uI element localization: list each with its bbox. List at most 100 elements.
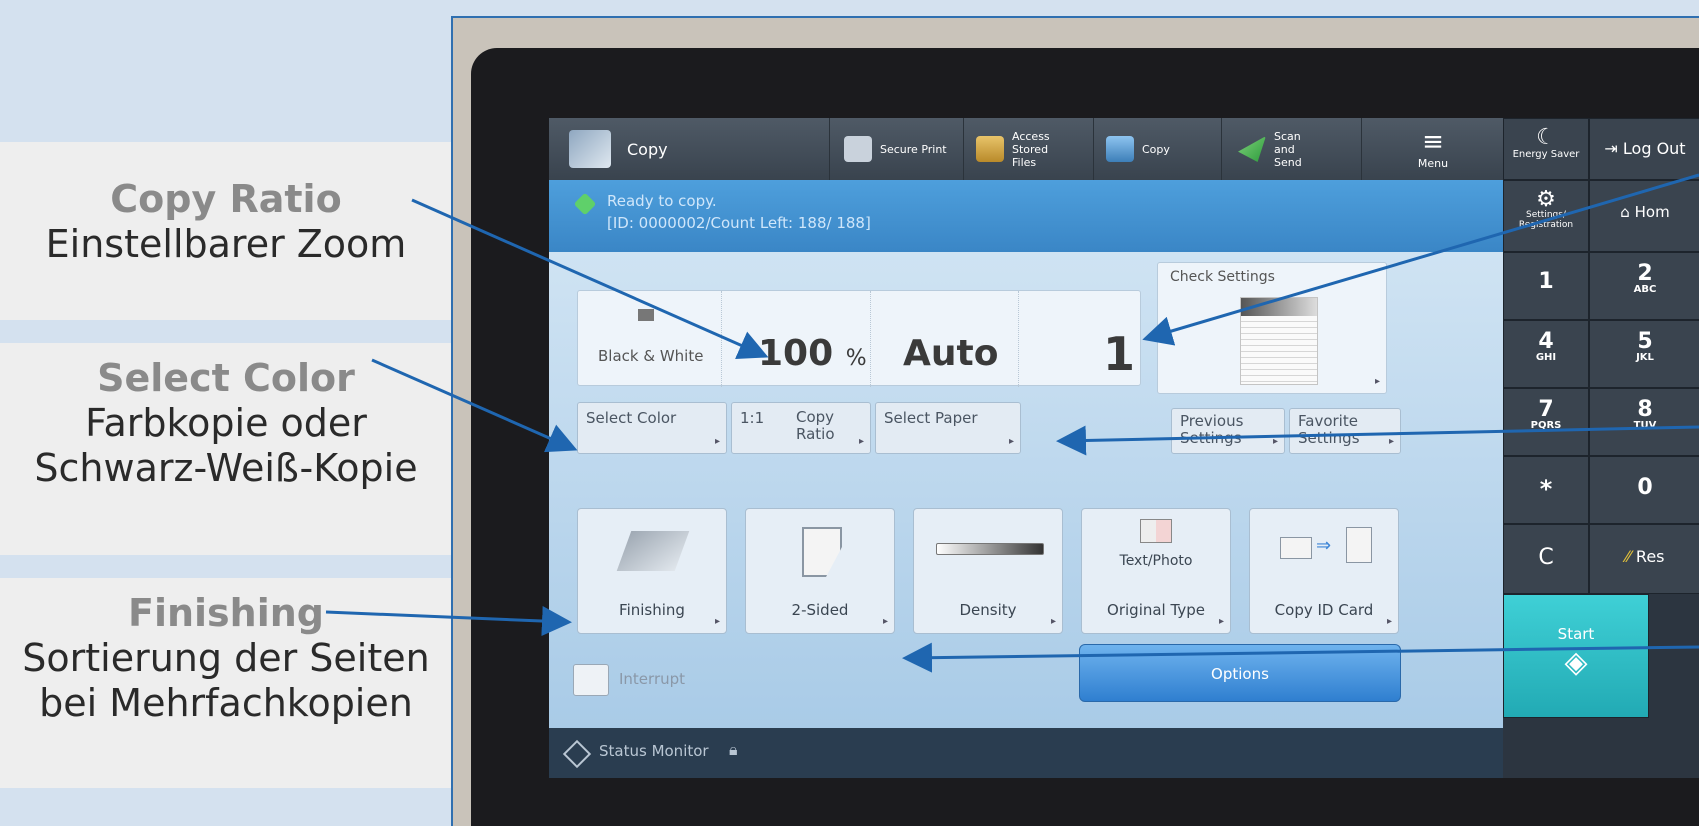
home-label: Hom	[1634, 203, 1670, 221]
key-number: *	[1539, 475, 1553, 503]
clear-button[interactable]: C	[1503, 524, 1589, 594]
copy-main-area: Black & White 100 % Auto 1 Check Setting…	[549, 252, 1503, 728]
copy-app-icon	[569, 130, 611, 168]
copies-value: 1	[1103, 327, 1136, 381]
id-card-icon	[1280, 537, 1312, 559]
settings-summary-card[interactable]: Black & White 100 % Auto 1	[577, 290, 1141, 387]
send-icon	[1238, 136, 1266, 162]
caret-icon: ▸	[1388, 436, 1394, 447]
key-7[interactable]: 7 PQRS	[1503, 388, 1589, 456]
finishing-label: Finishing	[619, 601, 685, 619]
secure-print-icon	[844, 136, 872, 162]
start-label: Start	[1557, 625, 1595, 643]
key-number: 1	[1538, 269, 1554, 294]
key-2[interactable]: 2 ABC	[1589, 252, 1699, 320]
select-color-label: Select Color	[586, 409, 677, 427]
start-button[interactable]: Start ◈	[1503, 594, 1649, 718]
finishing-icon	[616, 531, 690, 571]
select-paper-button[interactable]: Select Paper ▸	[875, 402, 1021, 454]
home-icon: ⌂	[1620, 203, 1630, 221]
secure-print-button[interactable]: Secure Print	[829, 118, 978, 180]
settings-registration-button[interactable]: ⚙ Settings/ Registration	[1503, 180, 1589, 252]
ratio-1-1-label: 1:1	[740, 409, 765, 427]
annotation-desc: Einstellbarer Zoom	[45, 221, 407, 266]
annotation-desc: Sortierung der Seiten	[22, 635, 430, 680]
log-out-button[interactable]: ⇥ Log Out	[1589, 118, 1699, 180]
status-line-1: Ready to copy.	[607, 192, 717, 210]
options-label: Options	[1211, 665, 1269, 683]
interrupt-label[interactable]: Interrupt	[619, 670, 685, 688]
caret-icon: ▸	[1386, 616, 1392, 627]
original-type-button[interactable]: Text/Photo Original Type ▸	[1081, 508, 1231, 634]
reset-icon: ⁄⁄	[1625, 547, 1631, 566]
caret-icon: ▸	[1050, 616, 1056, 627]
favorite-settings-button[interactable]: Favorite Settings ▸	[1289, 408, 1401, 454]
interrupt-icon[interactable]	[573, 664, 609, 696]
paper-value: Auto	[903, 333, 999, 374]
copy-id-card-label: Copy ID Card	[1274, 601, 1374, 619]
annotation-select-color: Select Color Farbkopie oder Schwarz-Weiß…	[0, 343, 452, 555]
menu-icon: ≡	[1422, 126, 1444, 157]
original-type-icon	[1140, 519, 1172, 543]
annotation-title: Select Color	[97, 356, 355, 400]
status-bar: Ready to copy. [ID: 0000002/Count Left: …	[549, 180, 1503, 252]
copy-ratio-button[interactable]: 1:1 Copy Ratio ▸	[731, 402, 871, 454]
finishing-button[interactable]: Finishing ▸	[577, 508, 727, 634]
select-paper-label: Select Paper	[884, 409, 978, 427]
favorite-settings-label: Favorite Settings	[1298, 412, 1360, 447]
caret-icon: ▸	[858, 436, 864, 447]
app-title: Copy	[627, 139, 668, 159]
scan-and-send-label: Scan and Send	[1274, 129, 1302, 169]
caret-icon: ▸	[1218, 616, 1224, 627]
access-stored-files-label: Access Stored Files	[1012, 129, 1050, 169]
key-0[interactable]: 0	[1589, 456, 1699, 524]
secure-print-label: Secure Print	[880, 142, 947, 156]
lock-icon: 🔒︎	[729, 740, 738, 759]
copy-ratio-value: 100 %	[758, 333, 867, 374]
top-bar: Copy Secure Print Access Stored Files Co…	[549, 118, 1503, 180]
copy-shortcut-button[interactable]: Copy	[1093, 118, 1234, 180]
key-star[interactable]: *	[1503, 456, 1589, 524]
app-title-copy[interactable]: Copy	[549, 118, 849, 180]
previous-settings-button[interactable]: Previous Settings ▸	[1171, 408, 1285, 454]
copy-id-card-button[interactable]: ⇒ Copy ID Card ▸	[1249, 508, 1399, 634]
home-button[interactable]: ⌂ Hom	[1589, 180, 1699, 252]
scan-and-send-button[interactable]: Scan and Send	[1221, 118, 1378, 180]
stored-files-icon	[976, 136, 1004, 162]
color-mode-value: Black & White	[598, 347, 704, 365]
key-number: 5	[1637, 329, 1653, 354]
caret-icon: ▸	[1374, 376, 1380, 387]
annotation-title: Copy Ratio	[110, 177, 342, 221]
density-button[interactable]: Density ▸	[913, 508, 1063, 634]
energy-saver-label: Energy Saver	[1512, 149, 1580, 160]
annotation-desc: bei Mehrfachkopien	[39, 681, 413, 726]
check-settings-label: Check Settings	[1170, 269, 1275, 285]
key-letters: PQRS	[1530, 420, 1562, 431]
annotation-desc: Farbkopie oder	[85, 400, 367, 445]
check-settings-button[interactable]: Check Settings ▸	[1157, 262, 1387, 394]
key-number: 8	[1637, 397, 1653, 422]
key-1[interactable]: 1	[1503, 252, 1589, 320]
key-number: 0	[1637, 475, 1653, 500]
printer-panel-photo: Copy Secure Print Access Stored Files Co…	[451, 16, 1699, 826]
key-number: 4	[1538, 329, 1554, 354]
copy-ratio-number: 100	[758, 333, 834, 374]
options-button[interactable]: Options	[1079, 644, 1401, 702]
density-label: Density	[959, 601, 1017, 619]
energy-saver-button[interactable]: ☾ Energy Saver	[1503, 118, 1589, 180]
annotation-copy-ratio: Copy Ratio Einstellbarer Zoom	[0, 142, 452, 320]
document-preview-icon	[1240, 297, 1318, 385]
two-sided-label: 2-Sided	[791, 601, 849, 619]
caret-icon: ▸	[1272, 436, 1278, 447]
status-monitor-button[interactable]: Status Monitor	[599, 742, 709, 760]
key-number: 7	[1538, 397, 1554, 422]
two-sided-icon	[802, 527, 842, 577]
select-color-button[interactable]: Select Color ▸	[577, 402, 727, 454]
access-stored-files-button[interactable]: Access Stored Files	[963, 118, 1106, 180]
key-8[interactable]: 8 TUV	[1589, 388, 1699, 456]
key-5[interactable]: 5 JKL	[1589, 320, 1699, 388]
menu-button[interactable]: ≡ Menu	[1361, 118, 1504, 180]
two-sided-button[interactable]: 2-Sided ▸	[745, 508, 895, 634]
reset-button[interactable]: ⁄⁄ Res	[1589, 524, 1699, 594]
key-4[interactable]: 4 GHI	[1503, 320, 1589, 388]
